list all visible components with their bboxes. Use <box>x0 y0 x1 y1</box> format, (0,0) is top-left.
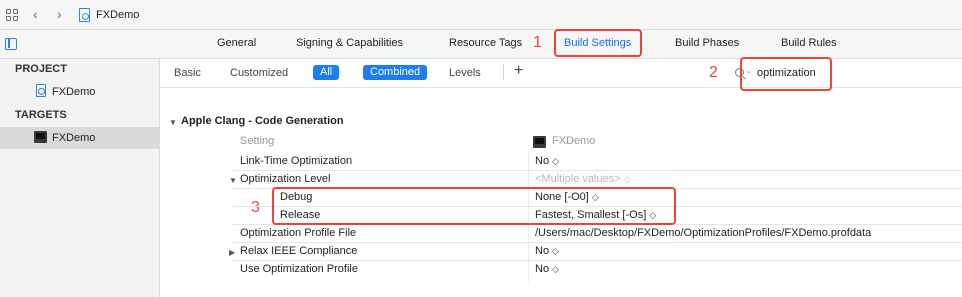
targets-section-header: TARGETS <box>15 109 67 121</box>
project-file-icon <box>79 8 90 22</box>
setting-name: Relax IEEE Compliance <box>240 245 358 257</box>
setting-value[interactable]: No ◇ <box>535 155 559 167</box>
project-file-icon <box>36 84 46 97</box>
setting-name: Optimization Profile File <box>240 227 357 239</box>
app-target-icon <box>34 131 47 143</box>
app-target-icon <box>533 136 546 148</box>
setting-name: Optimization Level <box>240 173 331 185</box>
popup-chevron-icon: ◇ <box>623 174 631 184</box>
annotation-box-debug-release <box>272 187 676 225</box>
setting-value[interactable]: <Multiple values> ◇ <box>535 173 631 185</box>
chevron-right-icon[interactable]: › <box>57 6 62 22</box>
setting-row-use-profile[interactable]: Use Optimization Profile No ◇ <box>233 261 962 279</box>
setting-value[interactable]: No ◇ <box>535 263 559 275</box>
project-section-header: PROJECT <box>15 63 67 75</box>
popup-chevron-icon: ◇ <box>552 246 559 256</box>
filter-basic[interactable]: Basic <box>174 67 201 79</box>
tab-build-phases[interactable]: Build Phases <box>675 37 739 49</box>
sidebar-item-target[interactable]: FXDemo <box>0 127 159 149</box>
column-header-setting: Setting <box>240 135 275 147</box>
sidebar-toggle-icon[interactable] <box>5 38 17 50</box>
popup-chevron-icon: ◇ <box>552 264 559 274</box>
popup-chevron-icon: ◇ <box>552 156 559 166</box>
grid-icon[interactable] <box>6 9 18 21</box>
setting-name: Link-Time Optimization <box>240 155 353 167</box>
filter-divider <box>503 64 504 80</box>
setting-row-profile-file[interactable]: Optimization Profile File /Users/mac/Des… <box>233 225 962 243</box>
project-navigator: PROJECT FXDemo TARGETS FXDemo <box>0 59 160 297</box>
tab-build-rules[interactable]: Build Rules <box>781 37 837 49</box>
filter-combined[interactable]: Combined <box>363 65 428 80</box>
breadcrumb-project[interactable]: FXDemo <box>96 9 139 21</box>
column-header-target: FXDemo <box>552 135 596 147</box>
sidebar-item-label: FXDemo <box>52 86 96 98</box>
annotation-step-2: 2 <box>709 64 718 81</box>
setting-row-lto[interactable]: Link-Time Optimization No ◇ <box>233 153 962 171</box>
chevron-left-icon[interactable]: ‹ <box>33 6 38 22</box>
setting-name: Use Optimization Profile <box>240 263 358 275</box>
setting-value[interactable]: /Users/mac/Desktop/FXDemo/OptimizationPr… <box>535 227 871 239</box>
filter-levels[interactable]: Levels <box>449 67 481 79</box>
annotation-box-search <box>740 57 832 91</box>
setting-value[interactable]: No ◇ <box>535 245 559 257</box>
sidebar-item-label: FXDemo <box>52 132 96 144</box>
section-title[interactable]: Apple Clang - Code Generation <box>181 115 344 127</box>
tab-general[interactable]: General <box>217 37 256 49</box>
sidebar-item-project[interactable]: FXDemo <box>0 81 159 103</box>
tab-signing-capabilities[interactable]: Signing & Capabilities <box>296 37 403 49</box>
tab-resource-tags[interactable]: Resource Tags <box>449 37 522 49</box>
setting-row-relax-ieee[interactable]: Relax IEEE Compliance No ◇ <box>233 243 962 261</box>
filter-customized[interactable]: Customized <box>230 67 288 79</box>
add-setting-button[interactable]: + <box>514 63 523 79</box>
section-disclosure-icon[interactable]: ▼ <box>169 118 177 127</box>
annotation-box-build-settings <box>554 29 642 57</box>
top-toolbar <box>0 0 962 30</box>
annotation-step-1: 1 <box>533 34 542 51</box>
filter-all[interactable]: All <box>313 65 340 80</box>
